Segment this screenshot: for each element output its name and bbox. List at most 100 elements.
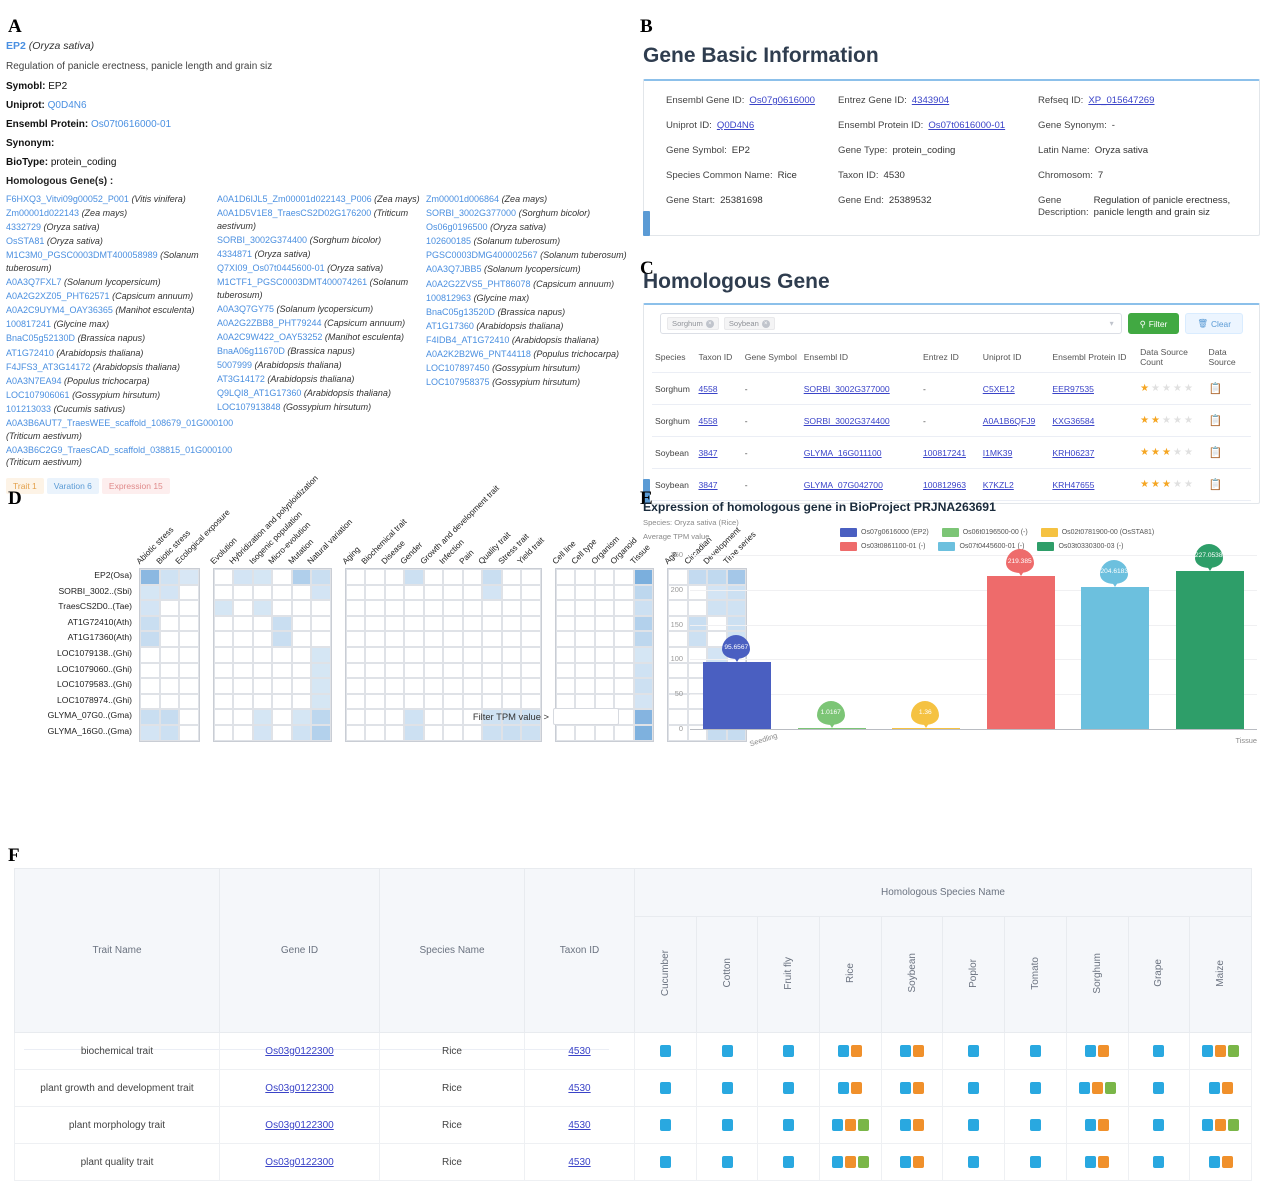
heatmap-cell[interactable] <box>482 725 502 741</box>
cell-link[interactable]: 4558 <box>698 384 717 394</box>
heatmap-cell[interactable] <box>404 725 424 741</box>
homologous-gene-item[interactable]: A0A2K2B2W6_PNT44118 (Populus trichocarpa… <box>426 348 631 361</box>
mark-square-orange[interactable] <box>1098 1156 1109 1168</box>
heatmap-cell[interactable] <box>311 631 331 647</box>
cell-link[interactable]: KRH47655 <box>1052 480 1094 490</box>
heatmap-cell[interactable] <box>482 600 502 616</box>
heatmap-cell[interactable] <box>404 600 424 616</box>
homologous-gene-item[interactable]: AT3G14172 (Arabidopsis thaliana) <box>217 373 422 386</box>
heatmap-cell[interactable] <box>233 678 253 694</box>
heatmap-cell[interactable] <box>311 585 331 601</box>
heatmap-cell[interactable] <box>346 709 366 725</box>
table-cell[interactable]: Os03g0122300 <box>220 1144 380 1181</box>
heatmap-cell[interactable] <box>502 647 522 663</box>
heatmap-cell[interactable] <box>521 569 541 585</box>
heatmap-cell[interactable] <box>521 631 541 647</box>
table-cell[interactable]: 3847 <box>695 437 741 469</box>
heatmap-cell[interactable] <box>214 725 234 741</box>
heatmap-cell[interactable] <box>463 600 483 616</box>
heatmap-cell[interactable] <box>214 631 234 647</box>
homologous-gene-item[interactable]: A0A3B6C2G9_TraesCAD_scaffold_038815_01G0… <box>6 444 213 469</box>
cell-link[interactable]: Os03g0122300 <box>265 1046 333 1057</box>
mark-square-blue[interactable] <box>660 1156 671 1168</box>
heatmap-cell[interactable] <box>482 569 502 585</box>
heatmap-cell[interactable] <box>253 585 273 601</box>
table-cell[interactable]: SORBI_3002G374400 <box>801 405 920 437</box>
mark-square-blue[interactable] <box>900 1119 911 1131</box>
heatmap-cell[interactable] <box>575 600 595 616</box>
homologous-gene-item[interactable]: Q7XI09_Os07t0445600-01 (Oryza sativa) <box>217 262 422 275</box>
mark-square-orange[interactable] <box>1215 1119 1226 1131</box>
heatmap-cell[interactable] <box>292 569 312 585</box>
heatmap-cell[interactable] <box>214 678 234 694</box>
cell-link[interactable]: I1MK39 <box>983 448 1013 458</box>
heatmap-cell[interactable] <box>233 600 253 616</box>
heatmap-cell[interactable] <box>385 709 405 725</box>
mark-square-orange[interactable] <box>1222 1156 1233 1168</box>
heatmap-cell[interactable] <box>521 725 541 741</box>
heatmap-cell[interactable] <box>233 647 253 663</box>
heatmap-cell[interactable] <box>311 694 331 710</box>
heatmap-cell[interactable] <box>140 569 160 585</box>
heatmap-cell[interactable] <box>556 647 576 663</box>
heatmap-cell[interactable] <box>140 663 160 679</box>
heatmap-cell[interactable] <box>556 694 576 710</box>
homologous-gene-item[interactable]: M1C3M0_PGSC0003DMT400058989 (Solanum tub… <box>6 249 213 274</box>
heatmap-cell[interactable] <box>140 616 160 632</box>
info-field-value[interactable]: XP_015647269 <box>1088 95 1154 106</box>
homologous-gene-item[interactable]: BnaC05g52130D (Brassica napus) <box>6 332 213 345</box>
homologous-gene-item[interactable]: 100812963 (Glycine max) <box>426 292 631 305</box>
cell-link[interactable]: 3847 <box>698 448 717 458</box>
info-field-value[interactable]: 4343904 <box>912 95 949 106</box>
heatmap-cell[interactable] <box>179 694 199 710</box>
heatmap-cell[interactable] <box>160 616 180 632</box>
heatmap-cell[interactable] <box>346 631 366 647</box>
mark-square-blue[interactable] <box>1030 1119 1041 1131</box>
heatmap-cell[interactable] <box>346 569 366 585</box>
heatmap-cell[interactable] <box>311 569 331 585</box>
heatmap-cell[interactable] <box>575 647 595 663</box>
table-cell[interactable]: 4530 <box>525 1144 635 1181</box>
heatmap-cell[interactable] <box>424 631 444 647</box>
homologous-gene-item[interactable]: 4332729 (Oryza sativa) <box>6 221 213 234</box>
heatmap-cell[interactable] <box>179 631 199 647</box>
heatmap-cell[interactable] <box>311 647 331 663</box>
table-cell[interactable]: KXG36584 <box>1049 405 1137 437</box>
heatmap-cell[interactable] <box>575 616 595 632</box>
table-cell[interactable]: A0A1B6QFJ9 <box>980 405 1050 437</box>
heatmap-cell[interactable] <box>272 678 292 694</box>
mark-square-blue[interactable] <box>1085 1119 1096 1131</box>
heatmap-cell[interactable] <box>575 694 595 710</box>
heatmap-cell[interactable] <box>346 725 366 741</box>
heatmap-cell[interactable] <box>140 585 160 601</box>
heatmap-cell[interactable] <box>424 678 444 694</box>
heatmap-cell[interactable] <box>404 678 424 694</box>
filter-button[interactable]: ⚲ Filter <box>1128 313 1180 334</box>
heatmap-cell[interactable] <box>424 709 444 725</box>
heatmap-cell[interactable] <box>502 600 522 616</box>
heatmap-cell[interactable] <box>272 600 292 616</box>
heatmap-cell[interactable] <box>179 585 199 601</box>
heatmap-cell[interactable] <box>233 725 253 741</box>
homologous-gene-item[interactable]: Q9LQI8_AT1G17360 (Arabidopsis thaliana) <box>217 387 422 400</box>
heatmap-cell[interactable] <box>365 631 385 647</box>
cell-link[interactable]: EER97535 <box>1052 384 1094 394</box>
heatmap-cell[interactable] <box>556 725 576 741</box>
heatmap-cell[interactable] <box>385 600 405 616</box>
heatmap-cell[interactable] <box>424 725 444 741</box>
cell-link[interactable]: A0A1B6QFJ9 <box>983 416 1036 426</box>
homologous-gene-item[interactable]: 102600185 (Solanum tuberosum) <box>426 235 631 248</box>
heatmap-cell[interactable] <box>385 694 405 710</box>
table-cell[interactable]: KRH06237 <box>1049 437 1137 469</box>
table-cell[interactable]: I1MK39 <box>980 437 1050 469</box>
chevron-down-icon[interactable]: ▾ <box>1110 319 1114 328</box>
heatmap-cell[interactable] <box>424 569 444 585</box>
heatmap-cell[interactable] <box>521 585 541 601</box>
table-cell[interactable]: GLYMA_07G042700 <box>801 469 920 501</box>
clipboard-icon[interactable]: 📋 <box>1208 415 1222 427</box>
heatmap-cell[interactable] <box>214 616 234 632</box>
heatmap-cell[interactable] <box>311 616 331 632</box>
close-icon[interactable]: × <box>762 320 770 328</box>
heatmap-cell[interactable] <box>595 585 615 601</box>
heatmap-cell[interactable] <box>521 694 541 710</box>
